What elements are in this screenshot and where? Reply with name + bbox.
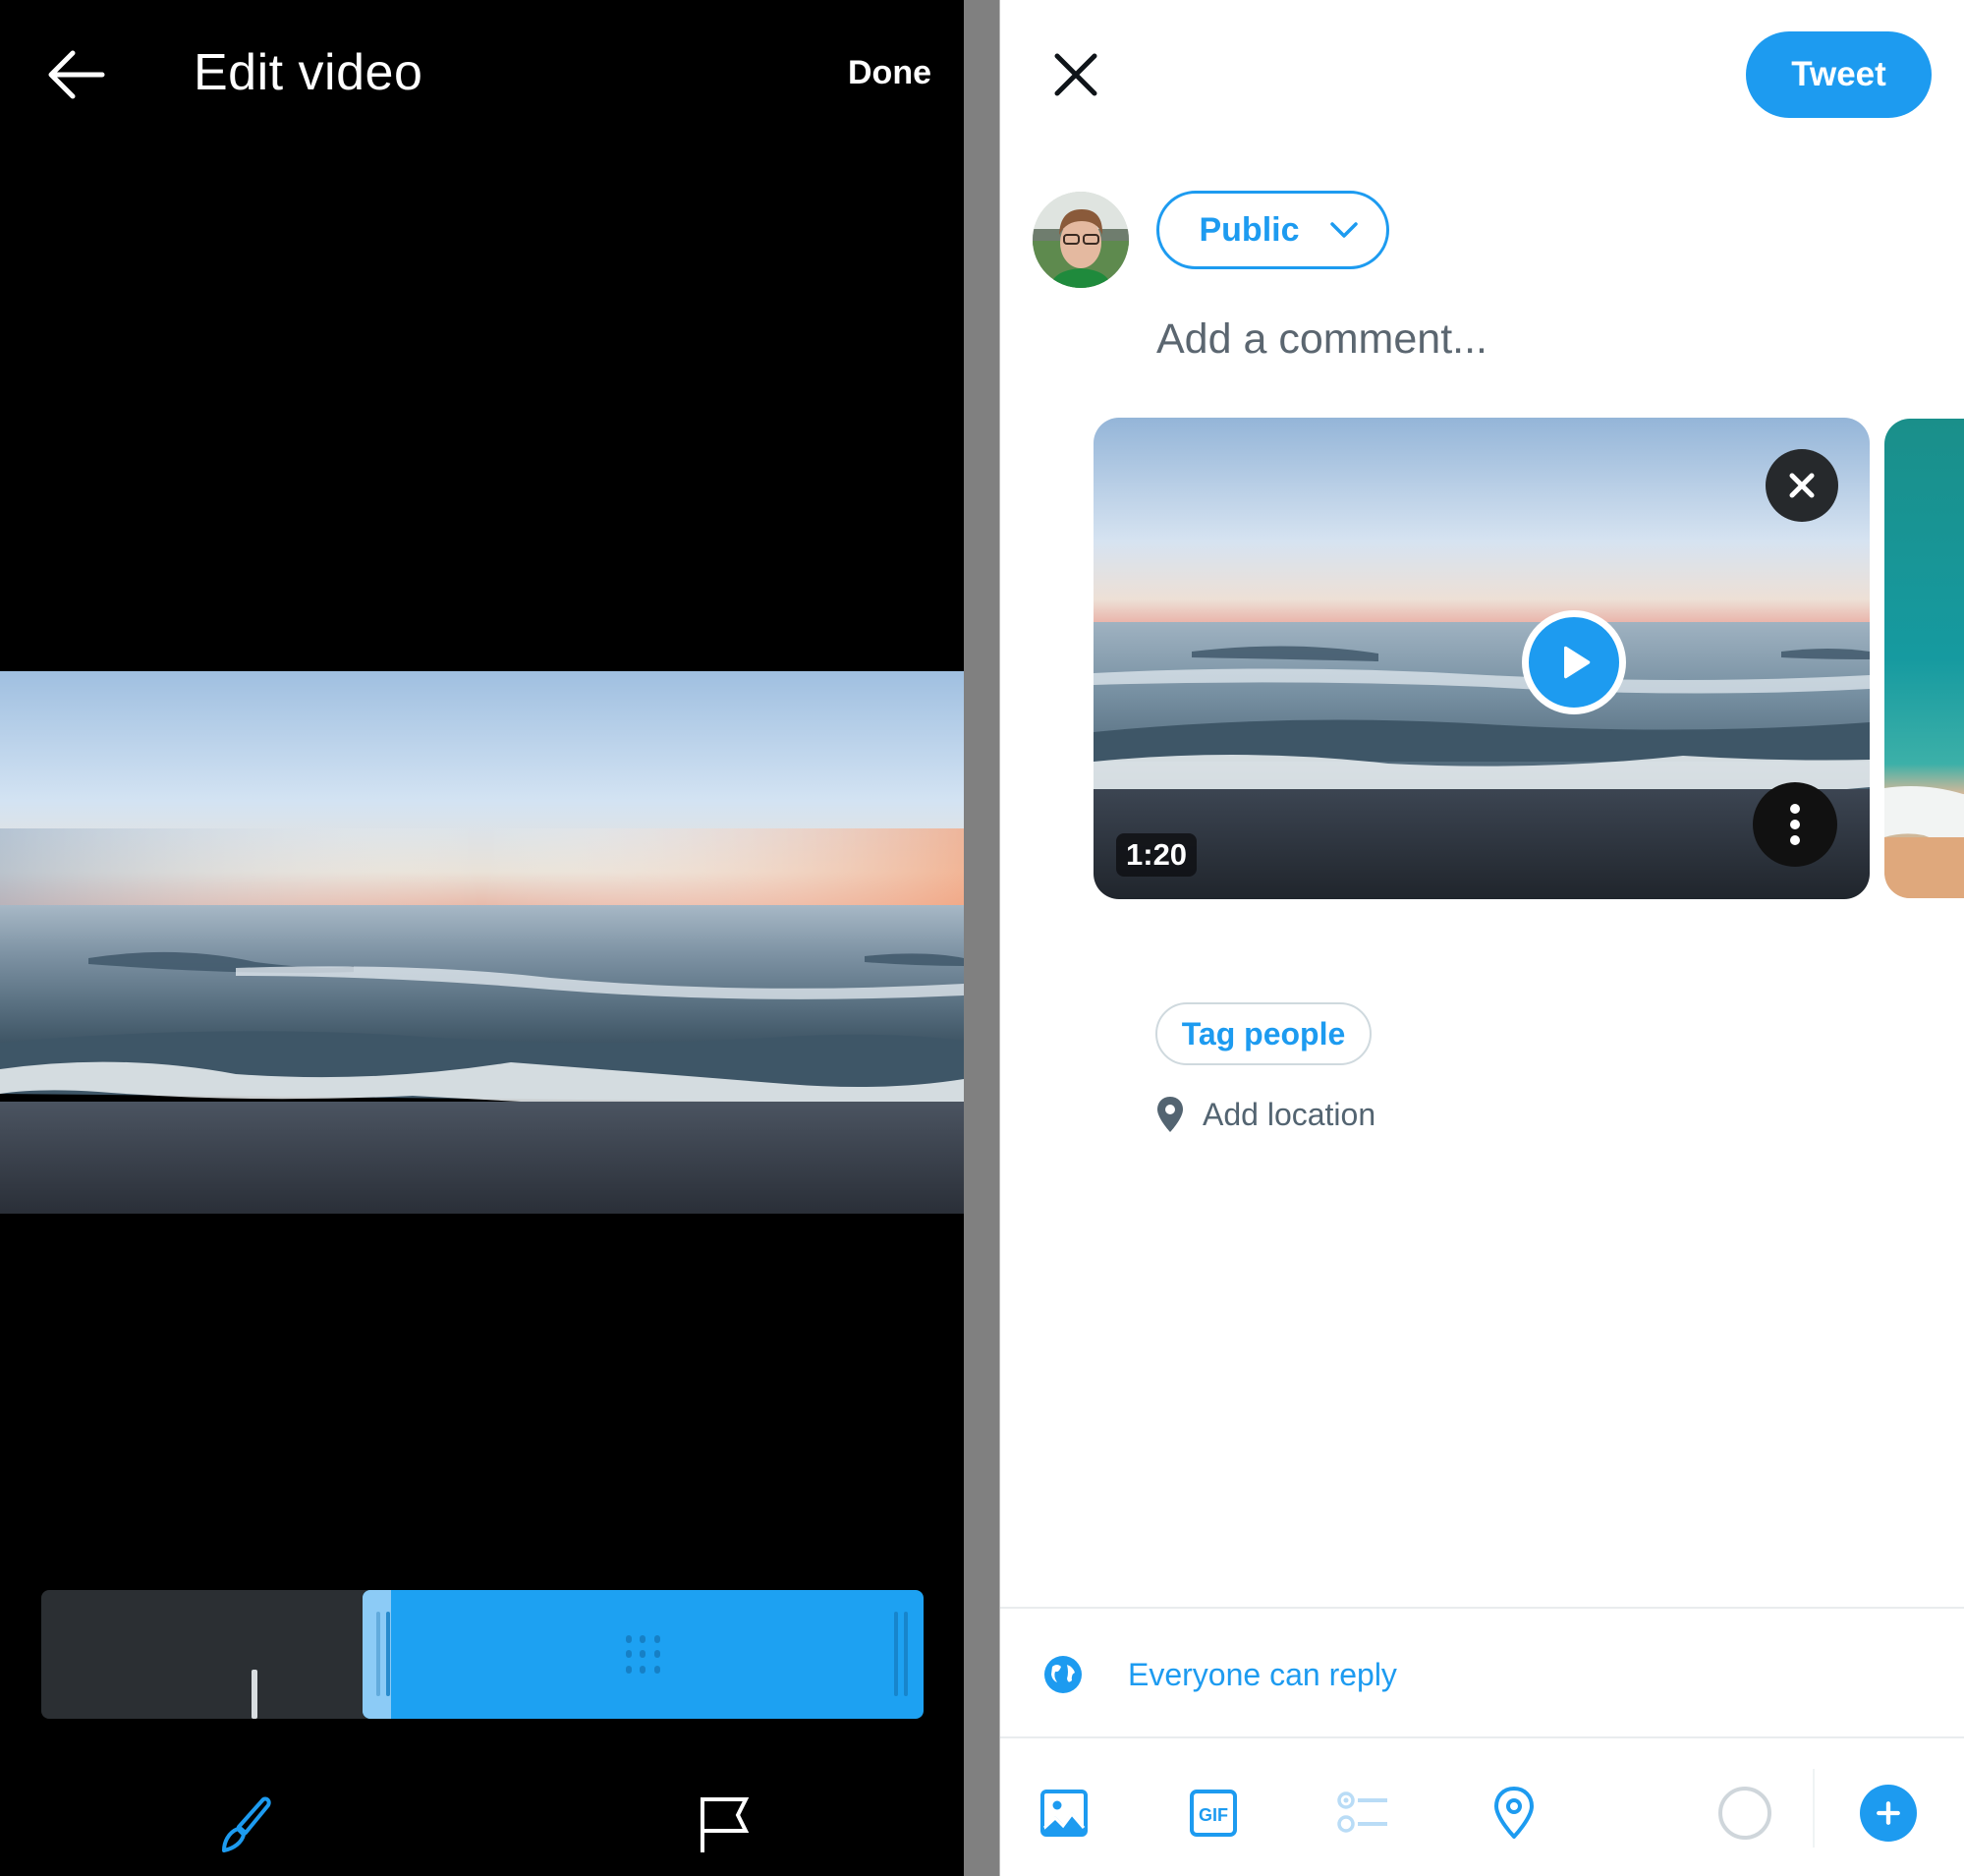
panel-divider — [964, 0, 1000, 1876]
flag-icon — [701, 1797, 750, 1852]
play-button[interactable] — [1522, 610, 1626, 714]
divider — [1000, 1736, 1964, 1738]
location-pin-icon — [1157, 1097, 1183, 1132]
toolbar-divider — [1813, 1769, 1815, 1848]
media-options-button[interactable] — [1753, 782, 1837, 867]
close-icon — [1789, 473, 1815, 498]
back-button[interactable] — [47, 49, 106, 100]
image-icon — [1040, 1790, 1088, 1837]
remove-media-button[interactable] — [1766, 449, 1838, 522]
globe-icon — [1044, 1656, 1082, 1693]
drag-handle-icon[interactable] — [622, 1632, 665, 1677]
playhead[interactable] — [252, 1670, 257, 1719]
beach-video-frame — [0, 671, 964, 1214]
paintbrush-icon — [222, 1796, 271, 1852]
close-button[interactable] — [1051, 50, 1100, 99]
divider — [1000, 1607, 1964, 1609]
gif-icon: GIF — [1190, 1790, 1237, 1837]
character-counter-ring — [1718, 1787, 1771, 1840]
trim-timeline[interactable] — [41, 1590, 924, 1719]
video-duration: 1:20 — [1116, 833, 1198, 877]
poll-icon — [1337, 1791, 1387, 1833]
arrow-left-icon — [48, 50, 105, 99]
add-tweet-button[interactable] — [1860, 1785, 1917, 1842]
edit-video-panel: Edit video Done — [0, 0, 964, 1876]
add-gif-button[interactable]: GIF — [1181, 1781, 1246, 1846]
user-photo — [1033, 192, 1129, 288]
flag-tool-button[interactable] — [691, 1793, 754, 1856]
audience-label: Public — [1199, 210, 1300, 249]
grip-line — [904, 1612, 908, 1696]
add-location-label: Add location — [1203, 1096, 1376, 1132]
image-attachment[interactable] — [1884, 419, 1964, 898]
grip-line — [376, 1612, 380, 1696]
close-icon — [1054, 53, 1097, 96]
video-preview[interactable] — [0, 671, 964, 1214]
tweet-button[interactable]: Tweet — [1746, 31, 1932, 118]
chevron-down-icon — [1329, 222, 1358, 238]
page-title: Edit video — [194, 44, 423, 101]
svg-text:GIF: GIF — [1199, 1805, 1228, 1825]
location-pin-icon — [1494, 1787, 1534, 1839]
avatar[interactable] — [1033, 192, 1129, 288]
plus-icon — [1877, 1801, 1900, 1825]
brush-tool-button[interactable] — [212, 1793, 275, 1856]
reply-setting-label: Everyone can reply — [1128, 1656, 1397, 1692]
add-location-button[interactable]: Add location — [1155, 1091, 1375, 1138]
trim-end-handle[interactable] — [894, 1612, 898, 1696]
tag-people-button[interactable]: Tag people — [1155, 1002, 1372, 1065]
add-poll-button[interactable] — [1331, 1781, 1396, 1846]
play-icon — [1564, 646, 1591, 679]
trim-selection[interactable] — [363, 1590, 924, 1719]
done-button[interactable]: Done — [848, 54, 931, 92]
tweet-composer-panel: Tweet Public Add a comment... 1:20 Tag p… — [1000, 0, 1964, 1876]
audience-selector[interactable]: Public — [1156, 191, 1389, 269]
grip-line — [386, 1612, 390, 1696]
add-location-toolbar-button[interactable] — [1482, 1781, 1546, 1846]
comment-input[interactable] — [1156, 308, 1903, 370]
reply-setting-button[interactable]: Everyone can reply — [1043, 1647, 1397, 1702]
aerial-sea-thumbnail — [1884, 419, 1964, 898]
more-vertical-icon — [1790, 804, 1800, 845]
add-media-button[interactable] — [1032, 1781, 1096, 1846]
